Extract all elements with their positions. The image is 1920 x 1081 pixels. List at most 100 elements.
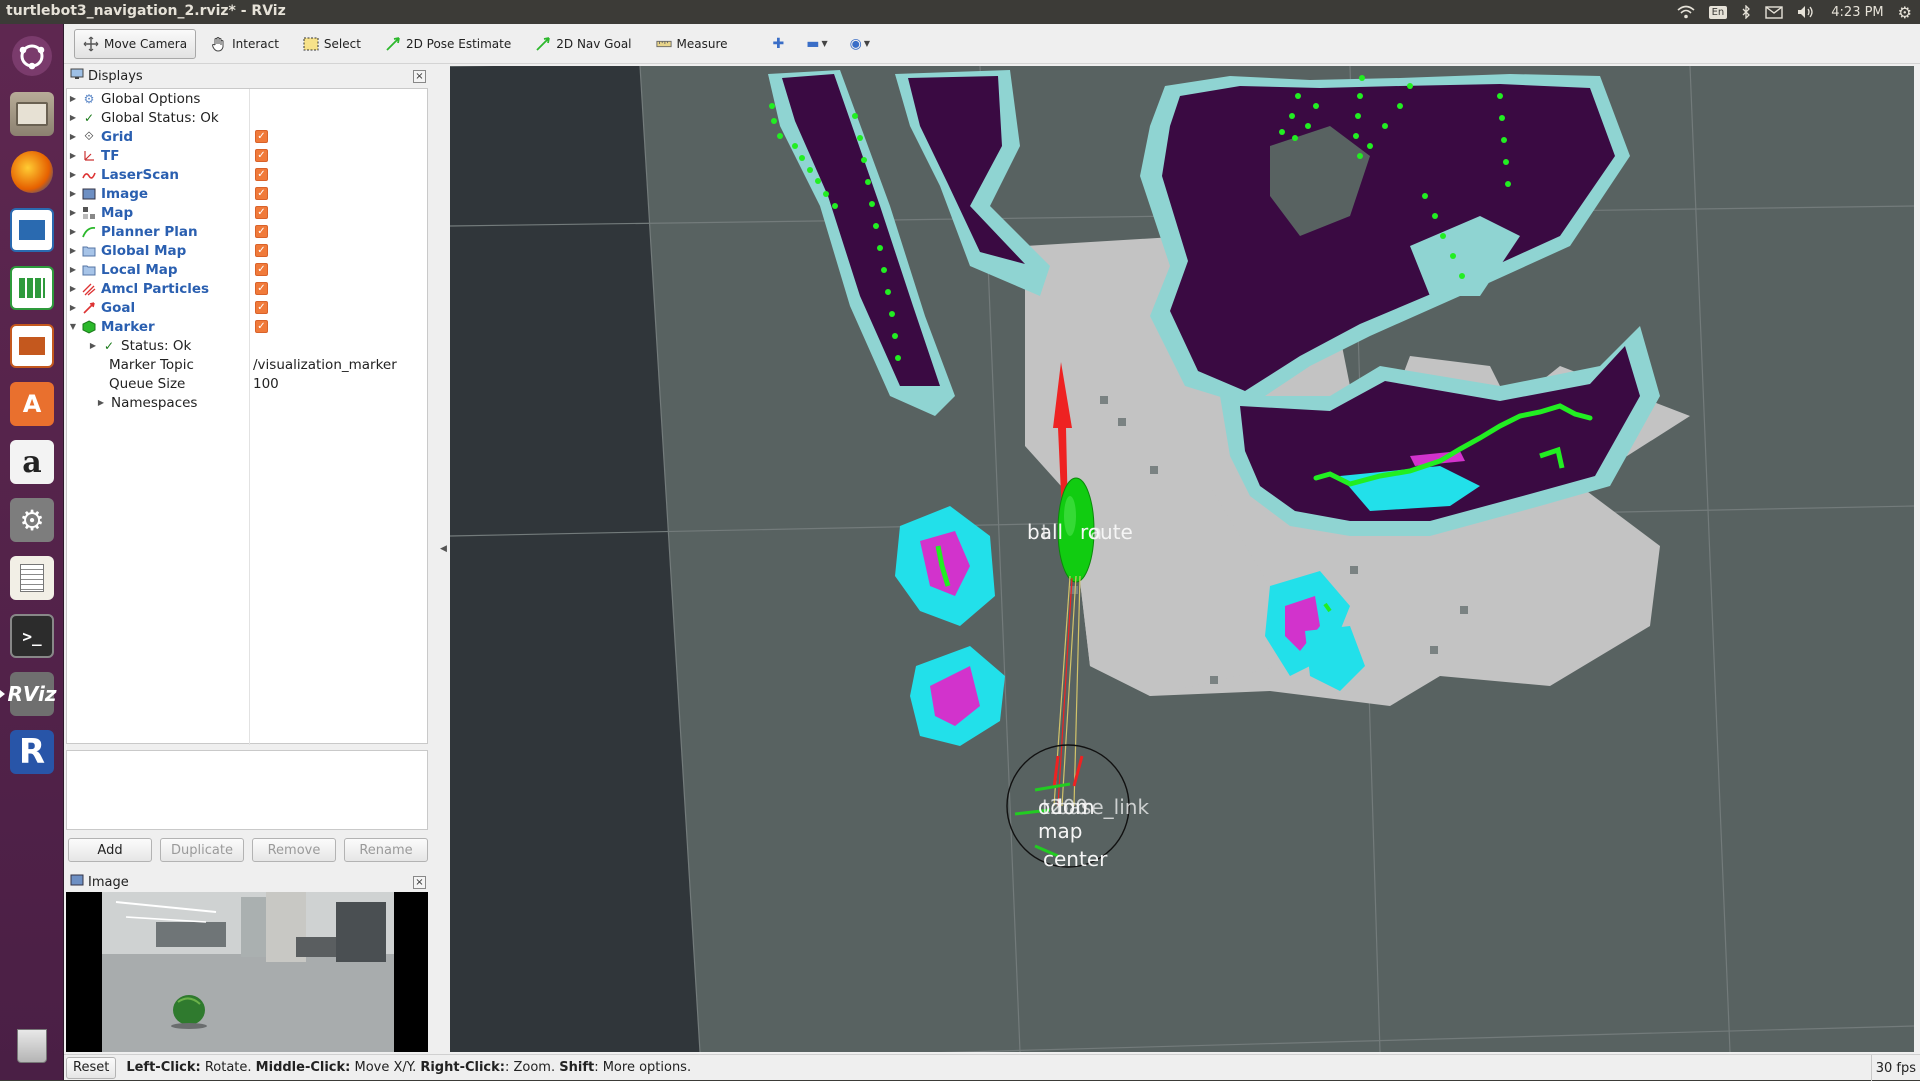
close-icon[interactable]: × [413, 69, 426, 83]
software-center-icon[interactable]: A [6, 378, 58, 430]
tree-row-planner-plan[interactable]: ▶ Planner Plan ✓ [67, 222, 427, 241]
trash-icon[interactable] [6, 1020, 58, 1072]
tree-row-laserscan[interactable]: ▶ LaserScan ✓ [67, 165, 427, 184]
rviz-icon[interactable]: RViz [0, 668, 58, 720]
calc-icon[interactable] [6, 262, 58, 314]
select-tool[interactable]: Select [294, 29, 370, 59]
firefox-icon[interactable] [6, 146, 58, 198]
add-button[interactable]: Add [68, 838, 152, 862]
impress-icon[interactable] [6, 320, 58, 372]
tree-row-grid[interactable]: ▶ ⟐ Grid ✓ [67, 127, 427, 146]
grid-enabled-checkbox[interactable]: ✓ [255, 130, 268, 143]
goal-enabled-checkbox[interactable]: ✓ [255, 301, 268, 314]
laserscan-icon [81, 168, 97, 182]
tf-enabled-checkbox[interactable]: ✓ [255, 149, 268, 162]
expand-arrow-icon[interactable]: ▶ [67, 208, 79, 217]
ubuntu-dash-icon[interactable] [6, 30, 58, 82]
laserscan-enabled-checkbox[interactable]: ✓ [255, 168, 268, 181]
tree-row-amcl-particles[interactable]: ▶ Amcl Particles ✓ [67, 279, 427, 298]
displays-tree[interactable]: ▶ ⚙ Global Options ▶ ✓ Global Status: Ok… [66, 88, 428, 745]
base-link-frame-label: base_link [1056, 795, 1149, 819]
map-enabled-checkbox[interactable]: ✓ [255, 206, 268, 219]
interact-label: Interact [232, 36, 279, 51]
displays-panel: Displays × ▶ ⚙ Global Options ▶ ✓ Global… [66, 66, 428, 866]
reset-button[interactable]: Reset [66, 1056, 117, 1079]
marker-cube-icon [81, 319, 97, 334]
move-camera-tool[interactable]: Move Camera [74, 28, 197, 59]
tree-row-namespaces[interactable]: ▶ Namespaces [67, 393, 427, 412]
expand-arrow-icon[interactable]: ▶ [67, 284, 79, 293]
r-app-icon[interactable]: R [6, 726, 58, 778]
monitor-icon [70, 68, 84, 84]
2d-nav-goal-tool[interactable]: 2D Nav Goal [526, 29, 640, 59]
expand-arrow-icon[interactable]: ▶ [67, 113, 79, 122]
files-icon[interactable] [6, 88, 58, 140]
marker-enabled-checkbox[interactable]: ✓ [255, 320, 268, 333]
expand-arrow-icon[interactable]: ▶ [67, 94, 79, 103]
amazon-icon[interactable]: a [6, 436, 58, 488]
tree-row-queue-size[interactable]: Queue Size 100 [67, 374, 427, 393]
close-icon[interactable]: × [413, 875, 426, 889]
measure-label: Measure [676, 36, 728, 51]
writer-icon[interactable] [6, 204, 58, 256]
tree-row-global-options[interactable]: ▶ ⚙ Global Options [67, 89, 427, 108]
gear-icon: ⚙ [83, 91, 95, 106]
terminal-icon[interactable]: >_ [6, 610, 58, 662]
queue-size-value[interactable]: 100 [253, 376, 279, 392]
expand-arrow-icon[interactable]: ▶ [67, 303, 79, 312]
tree-row-global-map[interactable]: ▶ Global Map ✓ [67, 241, 427, 260]
add-tool-button[interactable]: ✚ [765, 29, 793, 59]
interact-tool[interactable]: Interact [202, 29, 288, 59]
3d-render-view[interactable]: ball t route a odom t200 base_link map c… [450, 66, 1914, 1052]
tree-row-map[interactable]: ▶ Map ✓ [67, 203, 427, 222]
expand-arrow-icon[interactable]: ▶ [67, 170, 79, 179]
system-settings-icon[interactable]: ⚙ [6, 494, 58, 546]
tree-row-local-map[interactable]: ▶ Local Map ✓ [67, 260, 427, 279]
local-map-enabled-checkbox[interactable]: ✓ [255, 263, 268, 276]
map-icon [81, 206, 97, 220]
status-bar: Reset Left-Click: Rotate. Middle-Click: … [64, 1054, 1920, 1081]
mail-icon[interactable] [1765, 5, 1783, 19]
tree-row-marker[interactable]: ▼ Marker ✓ [67, 317, 427, 336]
2d-pose-estimate-tool[interactable]: 2D Pose Estimate [376, 29, 520, 59]
expand-arrow-icon[interactable]: ▶ [67, 151, 79, 160]
rename-button[interactable]: Rename [344, 838, 428, 862]
tree-row-marker-topic[interactable]: Marker Topic /visualization_marker [67, 355, 427, 374]
expand-arrow-icon[interactable]: ▶ [87, 341, 99, 350]
image-enabled-checkbox[interactable]: ✓ [255, 187, 268, 200]
planner-plan-enabled-checkbox[interactable]: ✓ [255, 225, 268, 238]
expand-arrow-icon[interactable]: ▶ [67, 132, 79, 141]
gear-icon[interactable]: ⚙ [1898, 3, 1912, 22]
text-editor-icon[interactable] [6, 552, 58, 604]
image-panel-title: Image × [66, 872, 428, 892]
tree-row-marker-status[interactable]: ▶ ✓ Status: Ok [67, 336, 427, 355]
expand-arrow-icon[interactable]: ▶ [67, 265, 79, 274]
tree-row-global-status[interactable]: ▶ ✓ Global Status: Ok [67, 108, 427, 127]
image-icon [70, 874, 84, 890]
clock[interactable]: 4:23 PM [1831, 5, 1883, 20]
global-map-enabled-checkbox[interactable]: ✓ [255, 244, 268, 257]
measure-tool[interactable]: Measure [647, 29, 737, 59]
folder-icon [81, 263, 97, 277]
tree-row-tf[interactable]: ▶ TF ✓ [67, 146, 427, 165]
remove-button[interactable]: Remove [252, 838, 336, 862]
image-icon [81, 187, 97, 201]
marker-topic-value[interactable]: /visualization_marker [253, 357, 397, 373]
panel-splitter-handle[interactable]: ◀ [440, 544, 447, 554]
bluetooth-icon[interactable] [1741, 5, 1751, 19]
expand-arrow-icon[interactable]: ▶ [67, 189, 79, 198]
duplicate-button[interactable]: Duplicate [160, 838, 244, 862]
chevron-down-icon: ▼ [821, 39, 828, 48]
expand-arrow-icon[interactable]: ▶ [95, 398, 107, 407]
remove-tool-menu[interactable]: ▬ ▼ [798, 29, 835, 59]
amcl-particles-enabled-checkbox[interactable]: ✓ [255, 282, 268, 295]
tree-row-goal[interactable]: ▶ Goal ✓ [67, 298, 427, 317]
expand-arrow-icon[interactable]: ▶ [67, 246, 79, 255]
keyboard-layout-indicator[interactable]: En [1708, 5, 1728, 19]
tree-row-image[interactable]: ▶ Image ✓ [67, 184, 427, 203]
collapse-arrow-icon[interactable]: ▼ [67, 322, 79, 331]
view-menu[interactable]: ◉ ▼ [842, 29, 878, 59]
wifi-icon[interactable] [1677, 5, 1695, 19]
expand-arrow-icon[interactable]: ▶ [67, 227, 79, 236]
volume-icon[interactable] [1797, 5, 1817, 19]
